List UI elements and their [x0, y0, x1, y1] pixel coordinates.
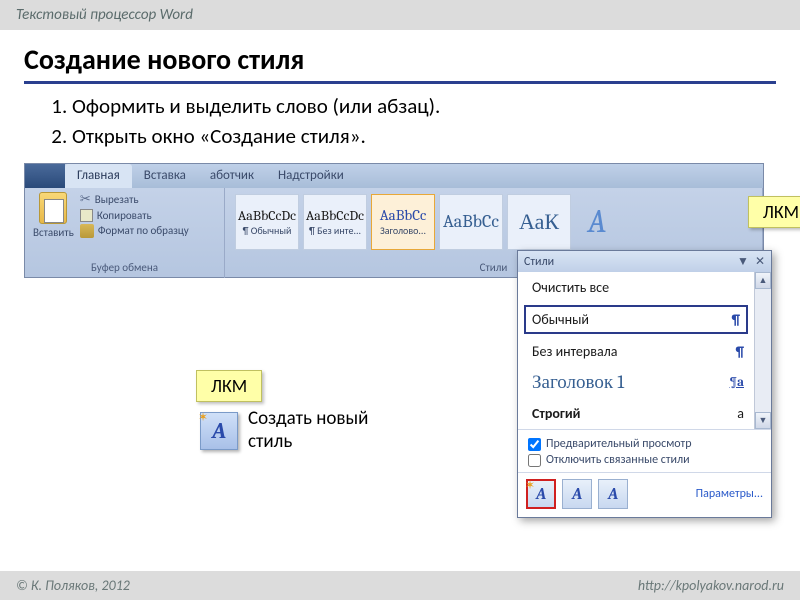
linked-icon: ¶a: [730, 375, 744, 390]
star-icon: ✶: [525, 478, 535, 493]
style-item-heading1[interactable]: Заголовок 1¶a: [518, 367, 754, 398]
scissors-icon: ✂: [80, 192, 91, 207]
paste-icon: [39, 192, 67, 224]
new-style-button[interactable]: ✶A: [526, 479, 556, 509]
step-2: Открыть окно «Создание стиля».: [72, 122, 776, 150]
steps-list: Оформить и выделить слово (или абзац). О…: [72, 92, 776, 151]
copy-icon: [80, 209, 93, 222]
style-item-normal[interactable]: Обычный¶: [524, 305, 748, 334]
scroll-track[interactable]: [755, 289, 771, 412]
preview-checkbox[interactable]: [528, 438, 541, 451]
paste-label: Вставить: [33, 226, 74, 239]
panel-title: Стили: [524, 255, 731, 269]
close-icon[interactable]: ✕: [755, 254, 765, 269]
page-title: Создание нового стиля: [24, 42, 776, 84]
format-painter-button[interactable]: Формат по образцу: [80, 224, 189, 238]
linked-checkbox[interactable]: [528, 454, 541, 467]
char-icon: a: [737, 405, 744, 422]
scroll-up-icon[interactable]: ▲: [755, 272, 771, 289]
copyright: © К. Поляков, 2012: [16, 577, 130, 594]
params-link[interactable]: Параметры...: [696, 487, 763, 501]
style-normal[interactable]: AaBbCcDc¶ Обычный: [235, 194, 299, 250]
lkm-callout-launcher: ЛКМ: [748, 196, 800, 228]
slide: Создание нового стиля Оформить и выделит…: [0, 30, 800, 582]
clear-all[interactable]: Очистить все: [518, 272, 754, 303]
topbar: Текстовый процессор Word: [0, 0, 800, 30]
style-list: Очистить все Обычный¶ Без интервала¶ Заг…: [518, 272, 771, 429]
ribbon-tabs: Главная Вставка аботчик Надстройки: [25, 164, 763, 188]
aa-icon: A: [536, 485, 546, 503]
style-heading1[interactable]: AaBbCcЗаголово...: [371, 194, 435, 250]
cut-button[interactable]: ✂Вырезать: [80, 192, 189, 207]
scroll-down-icon[interactable]: ▼: [755, 412, 771, 429]
styles-panel: Стили ▼ ✕ Очистить все Обычный¶ Без инте…: [517, 250, 772, 518]
style-title[interactable]: АаК: [507, 194, 571, 250]
lkm-callout-create: ЛКМ: [196, 370, 262, 402]
style-inspector-button[interactable]: A: [562, 479, 592, 509]
pilcrow-icon: ¶: [736, 343, 744, 360]
create-style-icon[interactable]: ✶ A: [200, 412, 238, 450]
create-style-row: ✶ A Создать новый стиль: [200, 408, 368, 454]
create-style-label: Создать новый стиль: [248, 408, 368, 454]
manage-styles-button[interactable]: A: [598, 479, 628, 509]
panel-options: Предварительный просмотр Отключить связа…: [518, 429, 771, 472]
dropdown-icon[interactable]: ▼: [737, 254, 749, 269]
footer: © К. Поляков, 2012 http://kpolyakov.naro…: [0, 571, 800, 600]
pilcrow-icon: ¶: [732, 311, 740, 328]
tab-developer[interactable]: аботчик: [198, 164, 266, 188]
brush-icon: [80, 224, 94, 238]
aa-icon: A: [212, 418, 226, 444]
clipboard-group-label: Буфер обмена: [33, 261, 216, 276]
change-styles-button[interactable]: A: [575, 194, 619, 250]
style-item-strong[interactable]: Строгийa: [518, 398, 754, 429]
group-clipboard: Вставить ✂Вырезать Копировать Формат по …: [25, 188, 225, 278]
aa-icon: A: [608, 485, 618, 503]
style-nospacing[interactable]: AaBbCcDc¶ Без инте...: [303, 194, 367, 250]
paste-button[interactable]: Вставить: [33, 192, 74, 239]
office-button[interactable]: [25, 164, 65, 188]
site-url: http://kpolyakov.narod.ru: [638, 577, 784, 594]
tab-addins[interactable]: Надстройки: [266, 164, 356, 188]
panel-header[interactable]: Стили ▼ ✕: [518, 251, 771, 272]
panel-footer: ✶A A A Параметры...: [518, 472, 771, 517]
scrollbar[interactable]: ▲ ▼: [754, 272, 771, 429]
style-item-nospacing[interactable]: Без интервала¶: [518, 336, 754, 367]
big-a-icon: A: [588, 203, 607, 240]
star-icon: ✶: [198, 410, 208, 425]
copy-button[interactable]: Копировать: [80, 209, 189, 222]
aa-icon: A: [572, 485, 582, 503]
tab-insert[interactable]: Вставка: [132, 164, 198, 188]
tab-home[interactable]: Главная: [65, 164, 132, 188]
style-heading2[interactable]: AaBbCc: [439, 194, 503, 250]
step-1: Оформить и выделить слово (или абзац).: [72, 92, 776, 120]
